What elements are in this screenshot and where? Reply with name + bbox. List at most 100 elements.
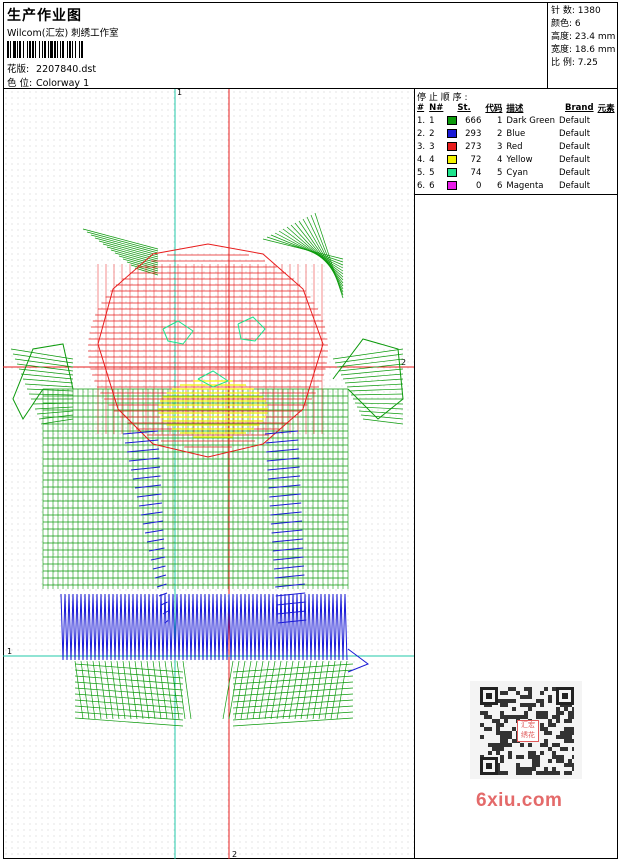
qr-module — [500, 747, 504, 751]
qr-module — [484, 711, 488, 715]
qr-module — [516, 763, 520, 767]
blue-strap-stitch — [146, 538, 165, 543]
green-leg-stitch — [164, 660, 174, 720]
blue-strap-stitch — [275, 583, 305, 588]
green-arm-stitch — [28, 393, 74, 396]
green-ear-stitch — [286, 226, 344, 278]
qr-module — [492, 747, 496, 751]
green-ear-stitch — [270, 234, 344, 266]
qr-module — [504, 743, 508, 747]
green-arm-stitch — [32, 402, 74, 405]
qr-module — [520, 743, 524, 747]
table-row[interactable]: 3. 3 273 3 Red Default — [415, 140, 617, 153]
qr-module — [560, 755, 564, 759]
cell-stitches: 273 — [445, 140, 483, 153]
green-ear-stitch — [90, 234, 159, 254]
qr-module — [500, 731, 504, 735]
qr-module — [500, 691, 504, 695]
qr-module — [548, 731, 552, 735]
qr-module — [508, 699, 512, 703]
qr-module — [552, 723, 556, 727]
qr-module — [560, 735, 564, 739]
qr-module — [504, 719, 508, 723]
qr-module — [562, 693, 568, 699]
stitch-count: 666 — [465, 115, 482, 126]
qr-module — [532, 755, 536, 759]
green-arm-stitch — [36, 410, 74, 415]
design-file-label: 花版: — [7, 64, 30, 75]
qr-module — [548, 771, 552, 775]
qr-module — [500, 739, 504, 743]
blue-strap-stitch — [156, 583, 167, 588]
qr-module — [504, 703, 508, 707]
blue-strap-stitch — [266, 448, 299, 453]
table-row[interactable]: 4. 4 72 4 Yellow Default — [415, 153, 617, 166]
cell-brand: Default — [559, 115, 591, 126]
qr-module — [544, 731, 548, 735]
cell-needle: 2 — [429, 128, 435, 139]
qr-module — [572, 731, 574, 735]
qr-module — [524, 703, 528, 707]
stitch-outline — [347, 648, 370, 673]
table-row[interactable]: 2. 2 293 2 Blue Default — [415, 127, 617, 140]
qr-module — [516, 755, 520, 759]
green-arm-stitch — [358, 410, 404, 415]
col-needle: N# — [429, 102, 444, 113]
qr-module — [572, 711, 574, 715]
cell-index: 1. — [417, 115, 426, 126]
qr-module — [552, 771, 556, 775]
qr-module — [528, 687, 532, 691]
header-panel: 生产作业图 Wilcom(汇宏) 刺绣工作室 花版: 2207840.dst 色… — [3, 2, 548, 89]
cell-stitches: 293 — [445, 127, 483, 140]
qr-module — [512, 715, 516, 719]
table-row[interactable]: 6. 6 0 6 Magenta Default — [415, 179, 617, 192]
table-row[interactable]: 5. 5 74 5 Cyan Default — [415, 166, 617, 179]
qr-module — [524, 711, 528, 715]
qr-module — [500, 703, 504, 707]
green-leg-row — [232, 717, 354, 727]
col-description: 描述 — [506, 103, 524, 114]
qr-module — [572, 747, 574, 751]
qr-module — [568, 763, 572, 767]
qr-module — [568, 711, 572, 715]
blue-strap-stitch — [267, 466, 300, 471]
cell-element — [596, 114, 617, 127]
stat-value: 7.25 — [577, 58, 598, 68]
stitch-count: 273 — [465, 141, 482, 152]
qr-module — [484, 727, 488, 731]
cell-needle: 5 — [429, 167, 435, 178]
table-row[interactable]: 1. 1 666 1 Dark Green Default — [415, 114, 617, 127]
qr-module — [500, 711, 504, 715]
qr-module — [504, 691, 508, 695]
cell-description: Cyan — [506, 167, 528, 178]
qr-module — [564, 735, 568, 739]
qr-module — [540, 751, 544, 755]
qr-module — [564, 731, 568, 735]
cell-brand: Default — [559, 128, 591, 139]
stitch-count: 0 — [475, 180, 482, 191]
green-leg-stitch — [252, 660, 264, 720]
qr-module — [548, 759, 552, 763]
qr-module — [572, 755, 574, 759]
green-ear-stitch — [302, 218, 344, 290]
blue-strap-stitch — [124, 439, 159, 444]
barcode — [7, 41, 143, 58]
stat-value: 18.6 mm — [574, 45, 616, 55]
stat-label: 比 例: — [551, 58, 575, 68]
green-arm-stitch — [342, 373, 404, 380]
cell-index: 4. — [417, 154, 426, 165]
green-leg-stitch — [222, 660, 234, 720]
qr-module — [508, 743, 512, 747]
qr-module — [564, 707, 568, 711]
green-leg-stitch — [336, 660, 348, 720]
blue-strap-stitch — [270, 511, 302, 516]
qr-module — [556, 735, 560, 739]
qr-module — [496, 743, 500, 747]
qr-module — [516, 691, 520, 695]
embroidery-design-canvas[interactable]: 1 2 1 2 — [3, 89, 415, 859]
qr-module — [544, 771, 548, 775]
green-arm-stitch — [14, 358, 74, 368]
colorway-line: 色 位: Colorway 1 — [7, 75, 89, 89]
qr-module — [528, 695, 532, 699]
cell-code: 6 — [496, 180, 503, 191]
